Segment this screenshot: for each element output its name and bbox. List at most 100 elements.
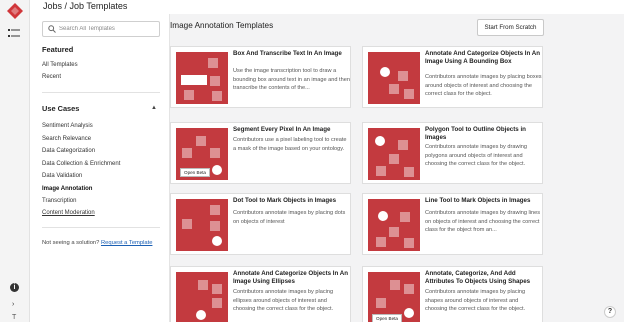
card-title: Polygon Tool to Outline Objects in Image… (425, 126, 526, 141)
thumb-shape (182, 148, 192, 158)
thumb-shape (398, 71, 408, 81)
template-thumbnail (176, 272, 228, 322)
thumb-shape (210, 205, 220, 215)
thumb-shape (398, 140, 408, 150)
app-rail: i › T (0, 0, 30, 322)
card-title: Annotate And Categorize Objects In An Im… (425, 50, 541, 65)
thumb-shape (212, 236, 222, 246)
featured-title: Featured (42, 45, 74, 54)
thumb-shape (400, 212, 410, 222)
template-card[interactable]: Dot Tool to Mark Objects in Images Contr… (170, 193, 351, 255)
template-sidebar: Featured All Templates Recent Use Cases … (30, 14, 170, 322)
chevron-up-icon[interactable]: ▲ (151, 105, 157, 111)
open-beta-badge: Open Beta (180, 168, 210, 177)
thumb-shape (212, 298, 222, 308)
thumb-shape (210, 148, 220, 158)
start-from-scratch-button[interactable]: Start From Scratch (477, 19, 544, 36)
card-description: Contributors annotate images by drawing … (425, 210, 541, 234)
sidebar-item-data-categorization[interactable]: Data Categorization (42, 148, 95, 154)
template-thumbnail (368, 199, 420, 251)
card-description: Contributors annotate images by placing … (233, 210, 346, 225)
thumb-shape (376, 237, 386, 247)
template-thumbnail (176, 199, 228, 251)
thumb-shape (389, 154, 399, 164)
help-icon[interactable]: ? (604, 306, 616, 318)
template-thumbnail (368, 128, 420, 180)
thumb-shape (404, 238, 414, 248)
open-beta-badge: Open Beta (372, 314, 402, 322)
card-description: Contributors annotate images by placing … (425, 289, 526, 313)
thumb-shape (210, 76, 220, 86)
thumb-shape (390, 280, 400, 290)
sidebar-item-recent[interactable]: Recent (42, 74, 61, 80)
sidebar-divider (42, 227, 160, 228)
thumb-shape (210, 221, 220, 231)
page-title: Image Annotation Templates (170, 21, 274, 30)
template-card[interactable]: Annotate And Categorize Objects In An Im… (362, 46, 543, 108)
thumb-shape (404, 167, 414, 177)
template-card[interactable]: Open Beta Annotate, Categorize, And Add … (362, 266, 543, 322)
sidebar-item-transcription[interactable]: Transcription (42, 198, 76, 204)
thumb-shape (208, 58, 218, 68)
sidebar-divider (42, 92, 160, 93)
thumb-shape (375, 136, 385, 146)
card-description: Contributors annotate images by drawing … (425, 144, 527, 168)
info-icon[interactable]: i (10, 283, 19, 292)
sidebar-item-sentiment-analysis[interactable]: Sentiment Analysis (42, 123, 93, 129)
card-description: Contributors annotate images by placing … (233, 289, 334, 313)
thumb-shape (212, 165, 222, 175)
sidebar-item-all-templates[interactable]: All Templates (42, 62, 78, 68)
card-description: Use the image transcription tool to draw… (233, 68, 350, 92)
search-input[interactable] (59, 23, 157, 35)
thumb-shape (196, 310, 206, 320)
thumb-shape (404, 308, 414, 318)
card-title: Annotate, Categorize, And Add Attributes… (425, 270, 531, 285)
thumb-shape (212, 91, 222, 101)
thumb-shape (389, 84, 399, 94)
thumb-shape (198, 280, 208, 290)
thumb-shape (181, 75, 207, 85)
card-description: Contributors use a pixel labeling tool t… (233, 137, 347, 152)
thumb-shape (196, 136, 206, 146)
not-seeing-label: Not seeing a solution? (42, 240, 101, 246)
template-thumbnail (176, 52, 228, 104)
template-thumbnail (368, 52, 420, 104)
card-description: Contributors annotate images by placing … (425, 74, 542, 98)
template-card[interactable]: Annotate And Categorize Objects In An Im… (170, 266, 351, 322)
chevron-right-icon[interactable]: › (12, 301, 14, 308)
template-card[interactable]: Box And Transcribe Text In An Image Use … (170, 46, 351, 108)
not-seeing-text: Not seeing a solution? Request a Templat… (42, 240, 152, 246)
thumb-shape (182, 219, 192, 229)
request-template-link[interactable]: Request a Template (101, 240, 152, 246)
thumb-shape (376, 298, 386, 308)
breadcrumb: Jobs / Job Templates (43, 1, 128, 11)
sidebar-item-content-moderation[interactable]: Content Moderation (42, 210, 95, 216)
template-thumbnail: Open Beta (368, 272, 420, 322)
template-card[interactable]: Open Beta Segment Every Pixel In An Imag… (170, 122, 351, 184)
rail-bottom-icon[interactable]: T (12, 314, 16, 321)
sidebar-item-data-validation[interactable]: Data Validation (42, 173, 82, 179)
thumb-shape (184, 90, 194, 100)
search-box[interactable] (42, 21, 160, 37)
thumb-shape (376, 166, 386, 176)
thumb-shape (378, 211, 388, 221)
use-cases-title[interactable]: Use Cases (42, 104, 79, 113)
template-thumbnail: Open Beta (176, 128, 228, 180)
card-title: Box And Transcribe Text In An Image (233, 50, 342, 57)
card-title: Line Tool to Mark Objects in Images (425, 197, 531, 204)
sidebar-item-data-collection[interactable]: Data Collection & Enrichment (42, 161, 120, 167)
logo-icon[interactable] (7, 3, 23, 19)
sidebar-item-search-relevance[interactable]: Search Relevance (42, 136, 91, 142)
card-title: Annotate And Categorize Objects In An Im… (233, 270, 349, 285)
thumb-shape (212, 284, 222, 294)
menu-icon[interactable] (8, 29, 20, 38)
thumb-shape (389, 227, 399, 237)
card-title: Segment Every Pixel In An Image (233, 126, 331, 133)
thumb-shape (404, 89, 414, 99)
template-card[interactable]: Polygon Tool to Outline Objects in Image… (362, 122, 543, 184)
card-title: Dot Tool to Mark Objects in Images (233, 197, 337, 204)
sidebar-item-image-annotation[interactable]: Image Annotation (42, 186, 92, 192)
search-icon (48, 25, 56, 33)
template-card[interactable]: Line Tool to Mark Objects in Images Cont… (362, 193, 543, 255)
thumb-shape (404, 284, 414, 294)
